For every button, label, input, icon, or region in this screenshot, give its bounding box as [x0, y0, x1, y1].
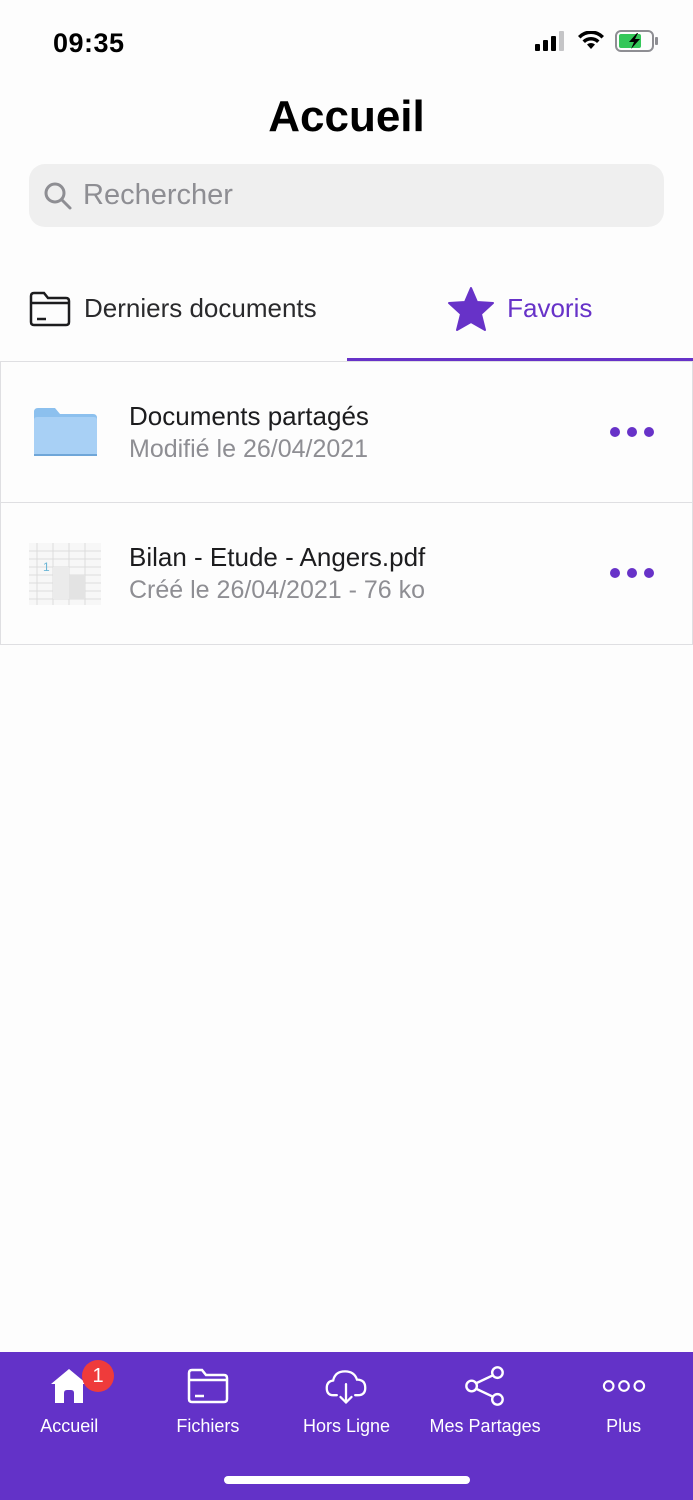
- item-subtitle: Modifié le 26/04/2021: [129, 435, 369, 463]
- bottom-nav: 1 Accueil Fichiers Hors Ligne Mes Partag…: [0, 1352, 693, 1500]
- cloud-download-icon: [324, 1364, 368, 1408]
- dot-icon: [644, 427, 654, 437]
- folder-icon: [34, 408, 97, 456]
- nav-item-accueil[interactable]: 1 Accueil: [0, 1352, 139, 1452]
- dot-icon: [644, 568, 654, 578]
- nav-item-mes-partages[interactable]: Mes Partages: [416, 1352, 555, 1452]
- search-icon: [44, 182, 72, 209]
- pdf-thumbnail: 1: [29, 543, 101, 605]
- dot-icon: [610, 427, 620, 437]
- nav-label: Hors Ligne: [302, 1416, 390, 1436]
- item-subtitle: Créé le 26/04/2021 - 76 ko: [129, 576, 426, 604]
- tab-derniers-documents[interactable]: Derniers documents: [0, 256, 347, 361]
- battery-icon: [615, 30, 658, 52]
- nav-item-fichiers[interactable]: Fichiers: [139, 1352, 278, 1452]
- list-item[interactable]: 1 Bilan - Etude - Angers.pdf Créé le 26/…: [0, 503, 693, 645]
- folder-icon: [186, 1364, 230, 1408]
- item-title: Bilan - Etude - Angers.pdf: [129, 542, 426, 572]
- dot-icon: [627, 427, 637, 437]
- more-options-button[interactable]: [610, 420, 654, 444]
- favorites-list: Documents partagés Modifié le 26/04/2021…: [0, 361, 693, 645]
- nav-label: Plus: [606, 1416, 642, 1436]
- tab-label: Favoris: [507, 293, 593, 323]
- list-item[interactable]: Documents partagés Modifié le 26/04/2021: [0, 361, 693, 503]
- status-icons: [535, 30, 659, 52]
- star-icon: [448, 286, 495, 331]
- search-bar[interactable]: [29, 164, 664, 227]
- svg-text:1: 1: [43, 560, 50, 574]
- nav-item-plus[interactable]: Plus: [554, 1352, 693, 1452]
- notification-badge: 1: [82, 1360, 114, 1392]
- wifi-icon: [578, 31, 604, 49]
- tab-bar: Derniers documents Favoris: [0, 256, 693, 361]
- nav-item-hors-ligne[interactable]: Hors Ligne: [277, 1352, 416, 1452]
- tab-label: Derniers documents: [84, 293, 317, 323]
- tab-favoris[interactable]: Favoris: [346, 256, 693, 361]
- share-icon: [463, 1364, 507, 1408]
- nav-label: Fichiers: [176, 1416, 240, 1436]
- folder-outline-icon: [29, 291, 71, 326]
- page-title: Accueil: [268, 92, 425, 141]
- signal-icon: [535, 31, 564, 51]
- dot-icon: [610, 568, 620, 578]
- more-icon: [602, 1364, 646, 1408]
- status-time: 09:35: [53, 28, 125, 58]
- home-indicator[interactable]: [224, 1476, 470, 1484]
- search-input[interactable]: [83, 179, 643, 212]
- nav-label: Accueil: [40, 1416, 99, 1436]
- dot-icon: [627, 568, 637, 578]
- nav-label: Mes Partages: [429, 1416, 541, 1436]
- item-title: Documents partagés: [129, 401, 369, 431]
- item-text: Bilan - Etude - Angers.pdf Créé le 26/04…: [129, 541, 425, 607]
- item-text: Documents partagés Modifié le 26/04/2021: [129, 400, 369, 466]
- status-bar: 09:35: [0, 0, 693, 88]
- more-options-button[interactable]: [610, 561, 654, 585]
